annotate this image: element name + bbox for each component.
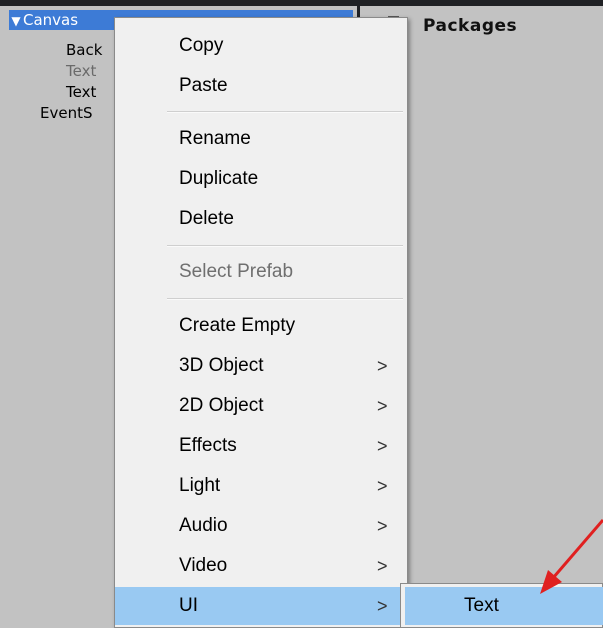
menu-item-3d-object[interactable]: 3D Object > xyxy=(115,347,407,385)
hierarchy-item-eventsystem[interactable]: EventS xyxy=(40,103,93,123)
menu-item-audio[interactable]: Audio > xyxy=(115,507,407,545)
menu-item-2d-object[interactable]: 2D Object > xyxy=(115,387,407,425)
hierarchy-item-label: Text xyxy=(66,83,97,101)
hierarchy-item-text-inactive[interactable]: Text xyxy=(66,61,96,81)
menu-item-video[interactable]: Video > xyxy=(115,547,407,585)
context-menu: Copy Paste Rename Duplicate Delete Selec… xyxy=(114,17,408,628)
ui-submenu: Text xyxy=(400,583,603,628)
menu-item-label: Video xyxy=(179,555,228,576)
hierarchy-item-label: Back xyxy=(66,41,103,59)
submenu-item-label: Text xyxy=(464,595,499,616)
menu-separator xyxy=(167,298,403,300)
submenu-arrow-icon: > xyxy=(377,596,388,616)
submenu-arrow-icon: > xyxy=(377,356,388,376)
menu-item-create-empty[interactable]: Create Empty xyxy=(115,307,407,345)
menu-item-duplicate[interactable]: Duplicate xyxy=(115,160,407,198)
packages-folder[interactable]: Packages xyxy=(423,16,517,36)
submenu-arrow-icon: > xyxy=(377,556,388,576)
hierarchy-item-label: Canvas xyxy=(23,11,79,29)
submenu-arrow-icon: > xyxy=(377,516,388,536)
menu-item-rename[interactable]: Rename xyxy=(115,120,407,158)
hierarchy-item-label: Text xyxy=(66,62,97,80)
hierarchy-item-back[interactable]: Back xyxy=(66,40,102,60)
menu-item-label: Rename xyxy=(179,128,251,149)
menu-item-label: Paste xyxy=(179,75,228,96)
menu-item-label: UI xyxy=(179,595,198,616)
menu-separator xyxy=(167,245,403,247)
menu-item-label: Duplicate xyxy=(179,168,259,189)
submenu-arrow-icon: > xyxy=(377,436,388,456)
menu-item-label: Select Prefab xyxy=(179,261,294,282)
menu-separator xyxy=(167,111,403,113)
menu-item-label: Copy xyxy=(179,35,224,56)
submenu-arrow-icon: > xyxy=(377,476,388,496)
menu-item-paste[interactable]: Paste xyxy=(115,67,407,105)
submenu-item-text[interactable]: Text xyxy=(405,587,603,625)
submenu-arrow-icon: > xyxy=(377,396,388,416)
menu-item-label: Delete xyxy=(179,208,234,229)
menu-item-label: Create Empty xyxy=(179,315,296,336)
menu-item-label: Effects xyxy=(179,435,237,456)
expand-triangle-icon[interactable]: ▼ xyxy=(9,11,23,31)
menu-item-copy[interactable]: Copy xyxy=(115,27,407,65)
menu-item-label: 3D Object xyxy=(179,355,264,376)
menu-item-select-prefab: Select Prefab xyxy=(115,253,407,291)
menu-item-label: Light xyxy=(179,475,221,496)
menu-item-ui[interactable]: UI > xyxy=(115,587,407,625)
menu-item-effects[interactable]: Effects > xyxy=(115,427,407,465)
menu-item-label: Audio xyxy=(179,515,228,536)
hierarchy-item-text[interactable]: Text xyxy=(66,82,96,102)
menu-item-light[interactable]: Light > xyxy=(115,467,407,505)
hierarchy-item-label: EventS xyxy=(40,104,93,122)
menu-item-delete[interactable]: Delete xyxy=(115,200,407,238)
menu-item-label: 2D Object xyxy=(179,395,264,416)
